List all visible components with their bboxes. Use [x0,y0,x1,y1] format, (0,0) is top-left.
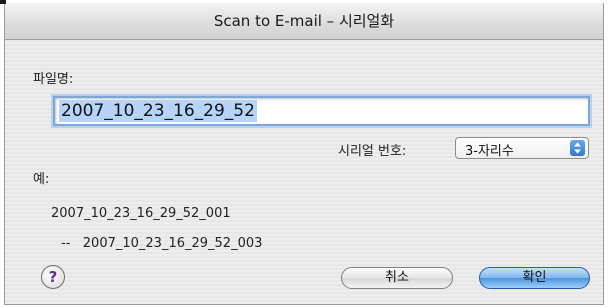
filename-label: 파일명: [33,72,74,87]
filename-input[interactable]: 2007_10_23_16_29_52 [53,96,590,126]
question-mark-icon: ? [48,268,58,286]
window-corner [0,0,6,4]
updown-arrows-icon [570,140,585,156]
serial-number-label: 시리얼 번호: [338,144,407,159]
cancel-button[interactable]: 취소 [341,267,453,289]
cancel-button-label: 취소 [385,270,409,285]
filename-value: 2007_10_23_16_29_52 [59,100,257,122]
serial-digits-select[interactable]: 3-자리수 [455,137,589,159]
ok-button[interactable]: 확인 [479,267,590,289]
example-first-filename: 2007_10_23_16_29_52_001 [51,206,231,221]
ok-button-label: 확인 [522,270,547,285]
help-button[interactable]: ? [41,265,65,289]
window-title: Scan to E-mail – 시리얼화 [213,12,395,30]
example-last-filename: -- 2007_10_23_16_29_52_003 [61,236,263,251]
example-label: 예: [33,172,50,187]
dialog-window: Scan to E-mail – 시리얼화 파일명: 2007_10_23_16… [4,3,604,305]
serial-digits-value: 3-자리수 [465,144,514,159]
title-bar[interactable]: Scan to E-mail – 시리얼화 [5,3,603,40]
